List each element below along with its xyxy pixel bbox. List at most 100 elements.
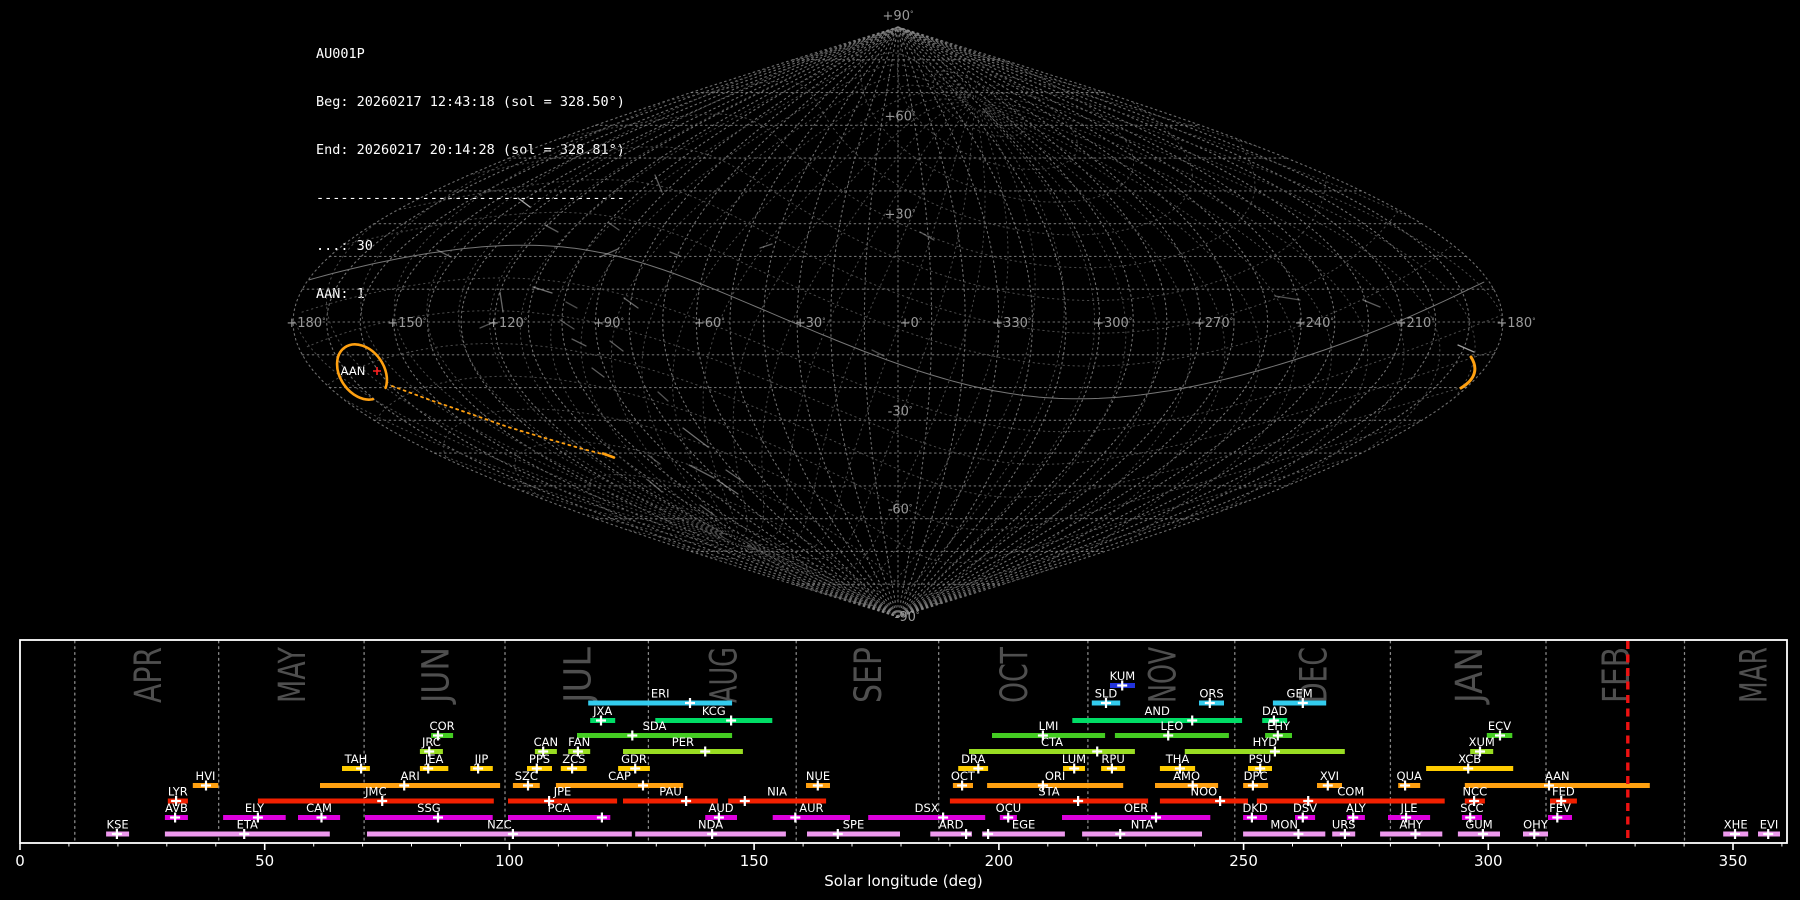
shower-activity-bar <box>257 798 494 804</box>
shower-code-label: URS <box>1332 818 1356 832</box>
shower-activity-bar <box>577 733 733 738</box>
shower-code-label: FEV <box>1549 801 1571 815</box>
shower-code-label: JPE <box>553 785 572 799</box>
axis-tick-label: 250 <box>1229 852 1258 870</box>
month-label: JUL <box>557 647 600 705</box>
shower-code-label: COR <box>430 719 455 733</box>
shower-activity-bar <box>772 815 850 820</box>
shower-code-label: JXA <box>592 704 612 718</box>
radiant-code-label: AAN <box>341 364 366 378</box>
shower-code-label: AHY <box>1399 818 1424 832</box>
shower-code-label: CAP <box>608 769 631 783</box>
axis-tick-label: 0 <box>15 852 25 870</box>
shower-code-label: DPC <box>1244 769 1268 783</box>
map-longitude-label: +0° <box>900 316 923 331</box>
shower-code-label: THA <box>1165 752 1190 766</box>
shower-code-label: CTA <box>1041 735 1063 749</box>
axis-tick-label: 200 <box>985 852 1014 870</box>
shower-activity-bar <box>1072 718 1243 723</box>
map-equatorial-grid <box>641 84 968 537</box>
shower-code-label: SZC <box>515 769 538 783</box>
map-equatorial-grid <box>748 107 976 560</box>
shower-code-label: JLE <box>1399 801 1417 815</box>
shower-code-label: DRA <box>961 752 985 766</box>
shower-code-label: CAN <box>534 735 559 749</box>
month-label: NOV <box>1141 647 1184 703</box>
shower-code-label: AUR <box>799 801 823 815</box>
shower-code-label: XUM <box>1469 735 1495 749</box>
meteor-streak <box>1457 344 1475 353</box>
map-equatorial-grid <box>748 109 1096 616</box>
shower-peak-marker <box>1115 829 1126 839</box>
radiant-map-and-timeline: +180° +150° +120° +90° +60° +30° +0° +330° +300°… <box>15 9 1788 890</box>
shower-peak-marker <box>1187 715 1198 726</box>
shower-activity-bar <box>982 831 1065 837</box>
shower-code-label: LYR <box>168 785 188 799</box>
shower-code-label: NOO <box>1191 785 1218 799</box>
meteor-radiant-screen: AU001P Beg: 20260217 12:43:18 (sol = 328… <box>0 0 1800 900</box>
map-latitude-label: +60° <box>885 109 916 124</box>
month-label: JAN <box>1448 647 1491 705</box>
map-equatorial-grid <box>746 109 1127 605</box>
shower-code-label: PPS <box>529 752 550 766</box>
shower-activity-bar <box>1082 831 1202 837</box>
month-label: MAR <box>1733 647 1776 703</box>
shower-code-label: FED <box>1552 785 1575 799</box>
axis-tick-label: 350 <box>1719 852 1748 870</box>
month-label: MAY <box>271 647 314 703</box>
map-latitude-label: +30° <box>885 208 916 223</box>
map-equatorial-grid <box>749 109 1009 580</box>
shower-activity-bar <box>508 815 611 820</box>
shower-code-label: OHY <box>1523 818 1549 832</box>
shower-code-label: COM <box>1337 785 1364 799</box>
map-equatorial-grid <box>671 92 968 538</box>
map-longitude-label: +300° <box>1093 316 1132 331</box>
shower-code-label: ETA <box>237 818 258 832</box>
map-latitude-label: -30° <box>888 404 913 419</box>
map-longitude-label: +60° <box>694 316 725 331</box>
shower-code-label: MON <box>1270 818 1298 832</box>
shower-peak-marker <box>983 829 994 839</box>
shower-code-label: DSV <box>1293 801 1317 815</box>
shower-activity-bar <box>320 783 501 788</box>
shower-code-label: NIA <box>767 785 787 799</box>
map-south-pole-label: -90° <box>895 610 920 625</box>
meteor-streak <box>1362 299 1381 308</box>
map-equatorial-grid <box>747 106 975 552</box>
meteor-streak <box>657 391 669 402</box>
map-longitude-label: +90° <box>593 316 624 331</box>
meteor-streak <box>499 291 504 313</box>
shower-code-label: PER <box>672 735 694 749</box>
meteor-streak <box>544 224 559 233</box>
shower-code-label: RPU <box>1101 752 1124 766</box>
radiant-position-marker <box>373 367 381 375</box>
map-equatorial-grid <box>294 92 1503 538</box>
shower-code-label: EHY <box>1267 719 1291 733</box>
map-equatorial-grid <box>426 52 1012 535</box>
shower-code-label: AND <box>1145 704 1170 718</box>
shower-activity-bar <box>1159 798 1248 804</box>
shower-code-label: HYD <box>1253 735 1278 749</box>
meteor-streak <box>716 479 739 495</box>
map-equatorial-grid <box>702 98 969 539</box>
shower-activity-bar <box>807 831 900 837</box>
month-label: FEB <box>1595 647 1638 703</box>
shower-code-label: NTA <box>1131 818 1154 832</box>
month-label: JUN <box>415 647 458 705</box>
shower-code-label: SCC <box>1460 801 1483 815</box>
shower-code-label: ALY <box>1346 801 1367 815</box>
map-longitude-label: +30° <box>795 316 826 331</box>
shower-code-label: EGE <box>1012 818 1035 832</box>
axis-tick-label: 150 <box>740 852 769 870</box>
month-label: APR <box>127 647 170 703</box>
map-longitude-label: +210° <box>1396 316 1435 331</box>
map-longitude-label: +150° <box>387 316 426 331</box>
shower-peak-marker <box>685 698 695 708</box>
shower-peak-marker <box>638 780 648 791</box>
shower-code-label: OCT <box>951 769 976 783</box>
map-equatorial-grid <box>743 109 1192 580</box>
shower-code-label: TAH <box>344 752 368 766</box>
shower-code-label: JIP <box>474 752 489 766</box>
map-north-pole-label: +90° <box>883 9 914 24</box>
shower-activity-bar <box>949 798 1149 804</box>
